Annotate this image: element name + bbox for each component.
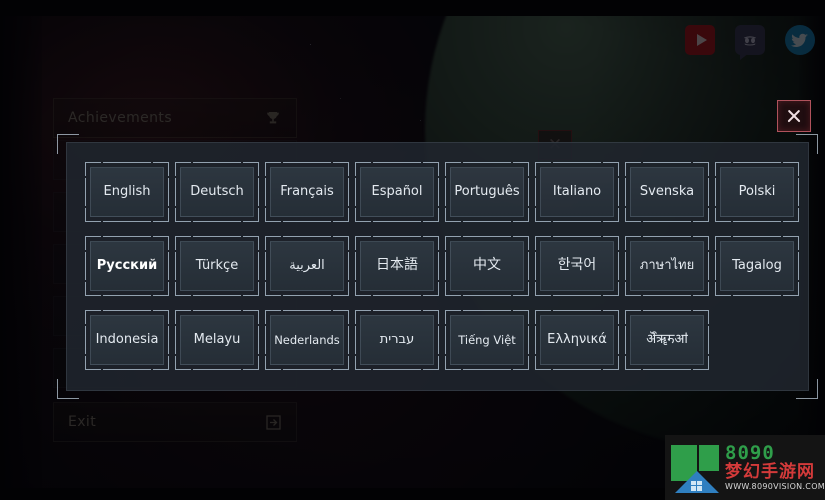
- language-option[interactable]: Nederlands: [265, 310, 349, 370]
- language-option[interactable]: Português: [445, 162, 529, 222]
- language-option-label: Español: [360, 167, 434, 217]
- language-option[interactable]: 한국어: [535, 236, 619, 296]
- language-option-label: Melayu: [180, 315, 254, 365]
- language-selection-panel: English Deutsch Français Español Português It…: [57, 134, 818, 399]
- language-option-label: Русский: [90, 241, 164, 291]
- language-option[interactable]: Svenska: [625, 162, 709, 222]
- game-screen: Achievements Exit ✕: [0, 0, 825, 500]
- language-option[interactable]: English: [85, 162, 169, 222]
- language-option-label: 中文: [450, 241, 524, 291]
- close-x-icon: [786, 108, 802, 124]
- language-option[interactable]: Tiếng Việt: [445, 310, 529, 370]
- language-grid: English Deutsch Français Español Português It…: [85, 162, 799, 370]
- language-option[interactable]: Español: [355, 162, 439, 222]
- language-option-label: 한국어: [540, 241, 614, 291]
- watermark-url: WWW.8090VISION.COM: [725, 481, 825, 491]
- language-option-label: Svenska: [630, 167, 704, 217]
- site-watermark: 8090 梦幻手游网 WWW.8090VISION.COM: [665, 435, 825, 500]
- language-option-label: Indonesia: [90, 315, 164, 365]
- language-option-label: Deutsch: [180, 167, 254, 217]
- language-option[interactable]: 中文: [445, 236, 529, 296]
- language-option[interactable]: Melayu: [175, 310, 259, 370]
- language-option-label: Nederlands: [270, 315, 344, 365]
- language-option[interactable]: 日本語: [355, 236, 439, 296]
- language-option-label: ऄऀॠॸॴ: [630, 315, 704, 365]
- language-option[interactable]: Indonesia: [85, 310, 169, 370]
- language-option[interactable]: עברית: [355, 310, 439, 370]
- language-option[interactable]: Ελληνικά: [535, 310, 619, 370]
- language-option-label: 日本語: [360, 241, 434, 291]
- language-option[interactable]: ภาษาไทย: [625, 236, 709, 296]
- language-option-label: Français: [270, 167, 344, 217]
- language-option[interactable]: Русский: [85, 236, 169, 296]
- language-option-label: Tagalog: [720, 241, 794, 291]
- language-option-label: Tiếng Việt: [450, 315, 524, 365]
- language-option-label: العربية: [270, 241, 344, 291]
- panel-corner-bottom-right: [796, 379, 818, 399]
- language-option-label: Ελληνικά: [540, 315, 614, 365]
- watermark-chinese: 梦幻手游网: [725, 462, 815, 483]
- language-option[interactable]: Tagalog: [715, 236, 799, 296]
- panel-corner-top-left: [57, 134, 79, 154]
- language-option[interactable]: Italiano: [535, 162, 619, 222]
- language-option-label: Polski: [720, 167, 794, 217]
- house-logo-icon: [671, 443, 719, 493]
- language-option[interactable]: العربية: [265, 236, 349, 296]
- language-option[interactable]: Français: [265, 162, 349, 222]
- language-option-label: Português: [450, 167, 524, 217]
- language-option-label: ภาษาไทย: [630, 241, 704, 291]
- panel-corner-top-right: [796, 134, 818, 154]
- panel-corner-bottom-left: [57, 379, 79, 399]
- language-option[interactable]: ऄऀॠॸॴ: [625, 310, 709, 370]
- language-option[interactable]: Türkçe: [175, 236, 259, 296]
- language-option-label: Türkçe: [180, 241, 254, 291]
- close-button[interactable]: [777, 100, 811, 132]
- language-option-label: Italiano: [540, 167, 614, 217]
- language-option-label: English: [90, 167, 164, 217]
- watermark-number: 8090: [725, 442, 775, 465]
- language-option-label: עברית: [360, 315, 434, 365]
- language-option[interactable]: Deutsch: [175, 162, 259, 222]
- language-option[interactable]: Polski: [715, 162, 799, 222]
